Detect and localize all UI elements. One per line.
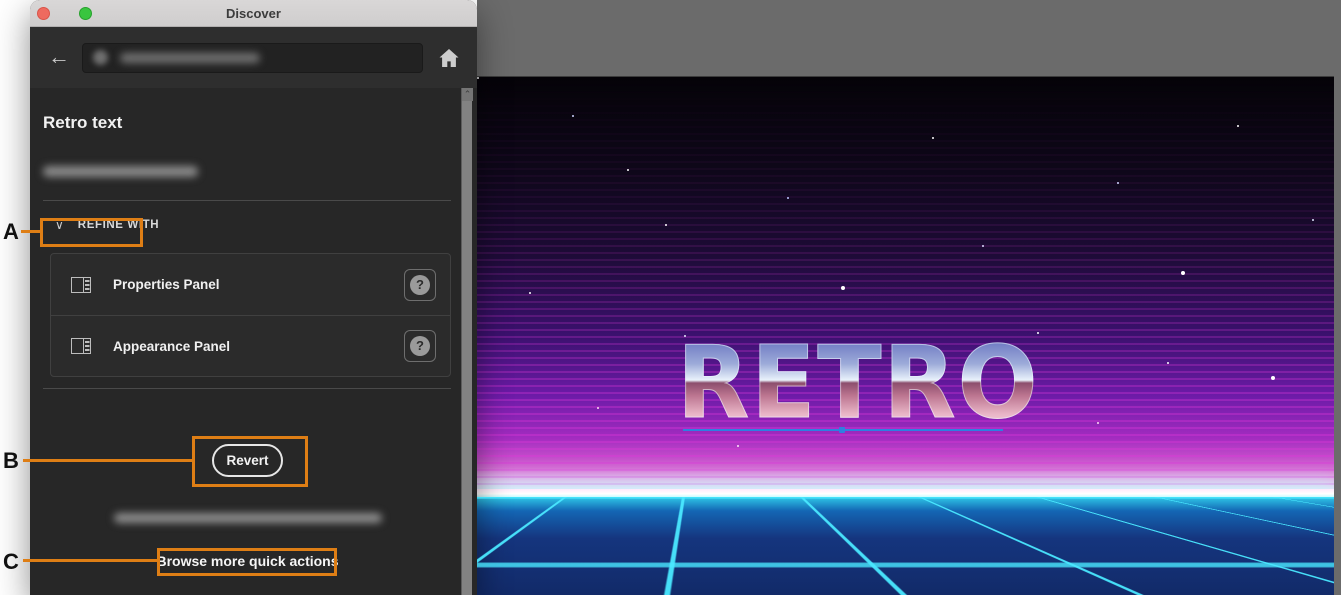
scrollbar[interactable]: ⌃ bbox=[461, 88, 472, 595]
back-arrow-icon[interactable]: ← bbox=[46, 45, 72, 71]
scrollbar-up-icon[interactable]: ⌃ bbox=[462, 88, 473, 101]
question-mark-icon: ? bbox=[410, 336, 430, 356]
close-window-button[interactable] bbox=[37, 7, 50, 20]
traffic-lights bbox=[37, 7, 92, 20]
divider bbox=[43, 200, 451, 201]
text-selection-baseline bbox=[683, 429, 1003, 431]
help-button[interactable]: ? bbox=[404, 269, 436, 301]
list-item-label: Properties Panel bbox=[113, 277, 404, 292]
grid-floor bbox=[477, 497, 1334, 595]
artwork-canvas[interactable]: RETRO bbox=[477, 76, 1334, 595]
screenshot-stage: RETRO Discover ← ⌃ bbox=[0, 0, 1341, 595]
discover-window: Discover ← ⌃ Retro text ∨ REFINE bbox=[30, 0, 477, 595]
browse-more-quick-actions-link[interactable]: Browse more quick actions bbox=[30, 553, 465, 569]
list-item-label: Appearance Panel bbox=[113, 339, 404, 354]
callout-label-a: A bbox=[3, 219, 27, 245]
callout-label-b: B bbox=[3, 448, 27, 474]
chevron-down-icon: ∨ bbox=[55, 218, 64, 232]
window-titlebar[interactable]: Discover bbox=[30, 0, 477, 27]
selection-anchor-dot bbox=[839, 427, 845, 433]
divider bbox=[43, 388, 451, 389]
question-mark-icon: ? bbox=[410, 275, 430, 295]
blurred-search-text bbox=[120, 53, 260, 63]
refine-options-list: Properties Panel ? Appearance Panel bbox=[50, 253, 451, 377]
retro-headline-text[interactable]: RETRO bbox=[677, 335, 1109, 431]
search-input[interactable] bbox=[82, 43, 423, 73]
refine-with-label: REFINE WITH bbox=[78, 219, 159, 231]
list-item-properties-panel[interactable]: Properties Panel ? bbox=[51, 254, 450, 315]
help-button[interactable]: ? bbox=[404, 330, 436, 362]
blurred-caption-text bbox=[114, 513, 382, 525]
stars bbox=[477, 77, 479, 79]
search-icon bbox=[93, 50, 108, 65]
refine-with-section-toggle[interactable]: ∨ REFINE WITH bbox=[55, 218, 159, 232]
callout-label-c: C bbox=[3, 549, 27, 575]
discover-toolbar: ← bbox=[30, 27, 477, 88]
blur-bar bbox=[43, 166, 198, 177]
zoom-window-button[interactable] bbox=[79, 7, 92, 20]
blur-bar bbox=[114, 513, 382, 523]
app-background-frame: RETRO bbox=[477, 0, 1341, 595]
list-item-appearance-panel[interactable]: Appearance Panel ? bbox=[51, 315, 450, 376]
panel-icon bbox=[71, 277, 91, 293]
page-title: Retro text bbox=[43, 113, 122, 133]
panel-icon bbox=[71, 338, 91, 354]
revert-button[interactable]: Revert bbox=[212, 444, 283, 477]
home-icon[interactable] bbox=[437, 46, 461, 70]
window-title: Discover bbox=[226, 6, 281, 21]
blurred-current-selection-text bbox=[43, 166, 198, 179]
discover-content: ⌃ Retro text ∨ REFINE WITH bbox=[30, 88, 477, 595]
